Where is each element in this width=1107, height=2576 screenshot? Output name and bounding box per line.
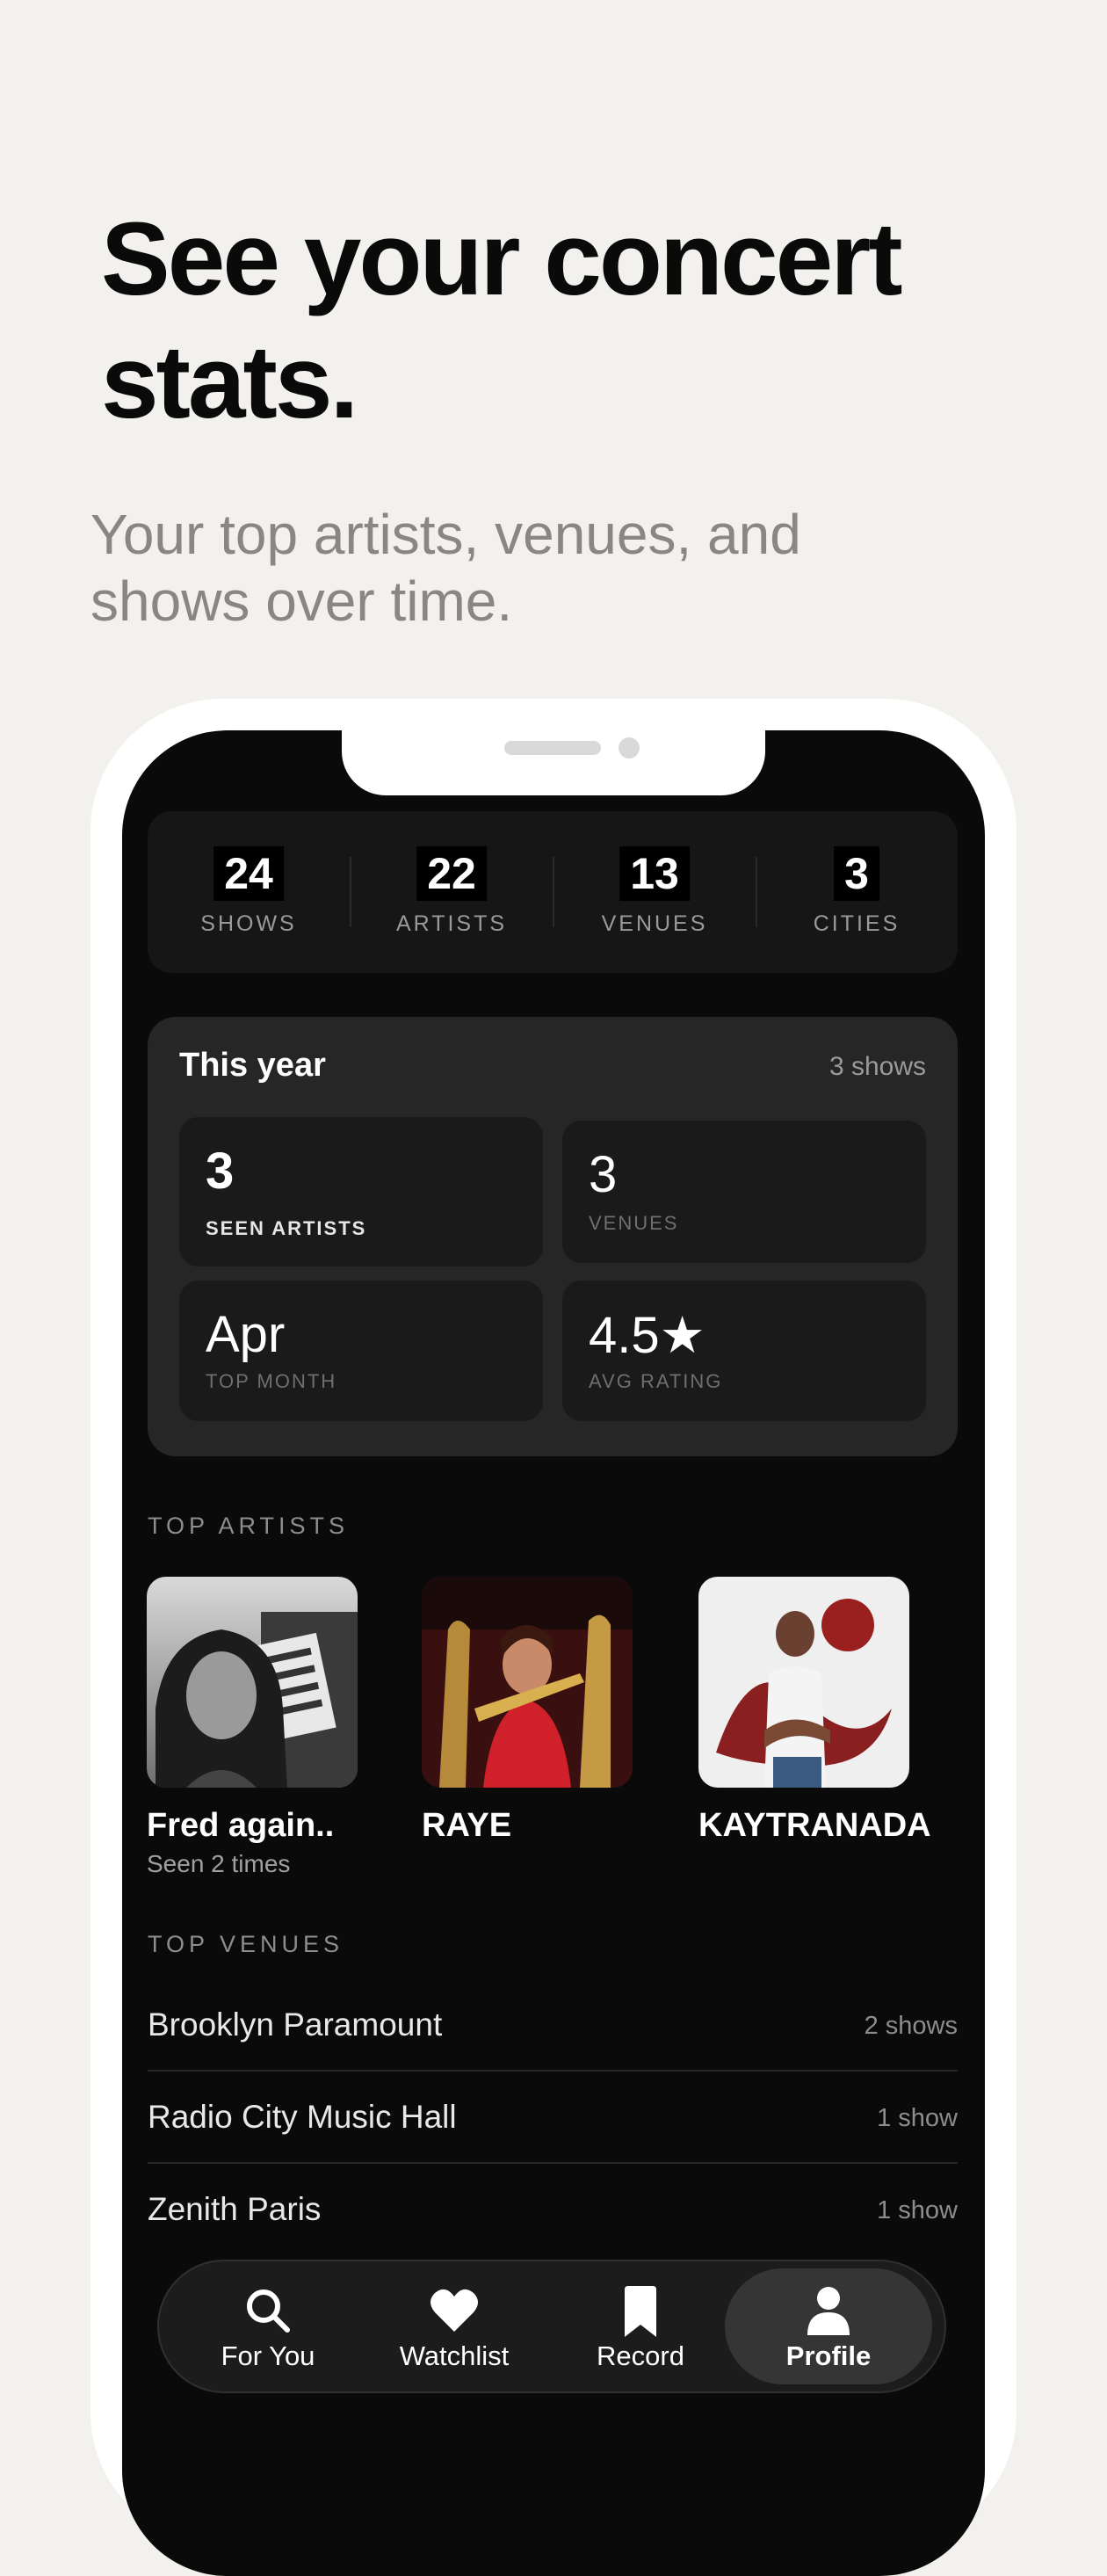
- stat-label: SHOWS: [200, 911, 297, 936]
- stat-value: 3: [834, 846, 879, 901]
- venue-show-count: 1 show: [877, 2196, 958, 2224]
- tile-top-month[interactable]: Apr TOP MONTH: [179, 1281, 543, 1421]
- venue-name: Zenith Paris: [148, 2191, 322, 2227]
- top-venues-heading: TOP VENUES: [148, 1931, 344, 1957]
- search-icon: [247, 2289, 290, 2333]
- tab-label: Record: [597, 2340, 684, 2371]
- artist-card-fred-again[interactable]: Fred again.. Seen 2 times: [147, 1577, 410, 1878]
- venue-row[interactable]: Brooklyn Paramount 2 shows: [148, 1978, 958, 2072]
- hero-subtitle: Your top artists, venues, and shows over…: [90, 503, 801, 633]
- stats-summary-card: 24 SHOWS 22 ARTISTS 13 VENUES 3 CITIES: [148, 811, 958, 973]
- stat-artists[interactable]: 22 ARTISTS: [351, 811, 553, 973]
- artist-name: KAYTRANADA: [698, 1807, 931, 1844]
- stat-label: CITIES: [813, 911, 901, 936]
- tile-value: 3: [589, 1146, 618, 1203]
- tab-label: For You: [221, 2340, 315, 2371]
- tab-for-you[interactable]: For You: [171, 2261, 365, 2391]
- artist-card-raye[interactable]: RAYE: [422, 1577, 685, 1845]
- stat-label: ARTISTS: [395, 911, 508, 936]
- artist-card-kaytranada[interactable]: KAYTRANADA: [698, 1577, 962, 1845]
- this-year-show-count: 3 shows: [828, 1052, 926, 1081]
- tile-label: AVG RATING: [589, 1370, 723, 1392]
- venue-show-count: 2 shows: [864, 2012, 958, 2040]
- stat-label: VENUES: [601, 911, 708, 936]
- stat-value: 13: [619, 846, 690, 901]
- tab-record[interactable]: Record: [544, 2261, 737, 2391]
- this-year-title: This year: [179, 1047, 326, 1084]
- tile-value: Apr: [206, 1306, 286, 1363]
- bottom-tab-bar: For You Watchlist Record Profile: [157, 2260, 946, 2393]
- stat-shows[interactable]: 24 SHOWS: [148, 811, 350, 973]
- stat-cities[interactable]: 3 CITIES: [756, 811, 958, 973]
- venue-name: Radio City Music Hall: [148, 2099, 457, 2135]
- tile-venues[interactable]: 3 VENUES: [562, 1121, 926, 1263]
- artist-name: Fred again..: [147, 1807, 335, 1844]
- front-camera: [619, 737, 640, 758]
- tab-watchlist[interactable]: Watchlist: [358, 2261, 551, 2391]
- tile-label: VENUES: [589, 1212, 679, 1234]
- tile-label: SEEN ARTISTS: [206, 1217, 367, 1239]
- artist-photo: [698, 1577, 909, 1788]
- venue-show-count: 1 show: [877, 2104, 958, 2132]
- tab-label: Watchlist: [399, 2340, 510, 2371]
- venue-row[interactable]: Zenith Paris 1 show: [148, 2163, 958, 2254]
- venue-row[interactable]: Radio City Music Hall 1 show: [148, 2071, 958, 2164]
- tile-label: TOP MONTH: [206, 1370, 337, 1392]
- this-year-card: This year 3 shows 3 SEEN ARTISTS 3 VENUE…: [148, 1017, 958, 1456]
- bookmark-icon: [625, 2286, 656, 2337]
- stat-venues[interactable]: 13 VENUES: [554, 811, 756, 973]
- tile-avg-rating[interactable]: 4.5★ AVG RATING: [562, 1281, 926, 1421]
- venue-name: Brooklyn Paramount: [148, 2006, 443, 2043]
- heart-icon: [430, 2289, 478, 2332]
- phone-notch: [342, 730, 765, 795]
- tab-label: Profile: [785, 2340, 872, 2371]
- tab-profile[interactable]: Profile: [725, 2268, 932, 2384]
- phone-screen: 24 SHOWS 22 ARTISTS 13 VENUES 3 CITIES T…: [122, 730, 985, 2576]
- stat-value: 22: [416, 846, 487, 901]
- artist-photo: [147, 1577, 358, 1788]
- artist-seen-count: Seen 2 times: [147, 1850, 291, 1877]
- artist-name: RAYE: [422, 1807, 512, 1844]
- stat-value: 24: [213, 846, 284, 901]
- top-artists-heading: TOP ARTISTS: [148, 1513, 350, 1539]
- tile-seen-artists[interactable]: 3 SEEN ARTISTS: [179, 1117, 543, 1266]
- artist-photo: [422, 1577, 633, 1788]
- speaker-grille: [504, 741, 601, 755]
- hero-title: See your concert stats.: [101, 201, 902, 440]
- person-icon: [807, 2287, 850, 2335]
- tile-value: 3: [206, 1143, 235, 1200]
- tile-value: 4.5★: [589, 1307, 705, 1364]
